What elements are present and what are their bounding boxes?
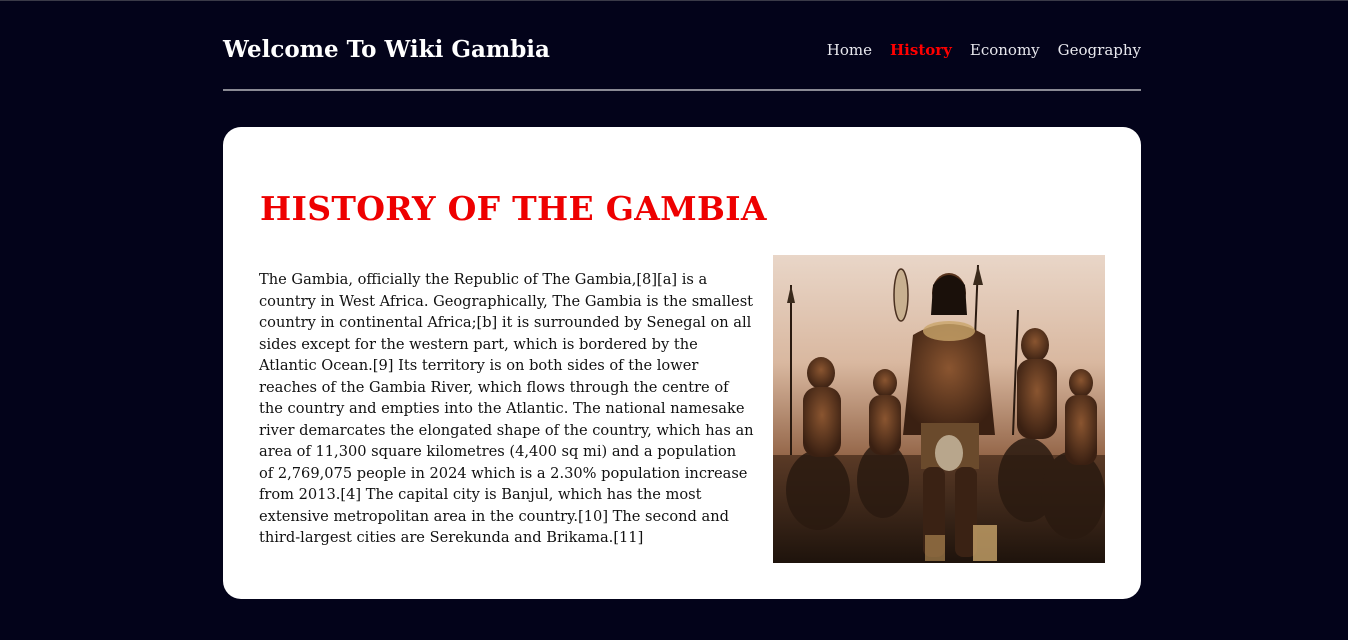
history-paragraph: The Gambia, officially the Republic of T… bbox=[259, 271, 754, 546]
main-nav: Home History Economy Geography bbox=[827, 40, 1141, 60]
nav-link-geography[interactable]: Geography bbox=[1058, 40, 1141, 60]
page-title: HISTORY OF THE GAMBIA bbox=[260, 189, 767, 228]
nav-link-home[interactable]: Home bbox=[827, 40, 872, 60]
nav-link-history[interactable]: History bbox=[890, 40, 952, 60]
page-wrapper: Welcome To Wiki Gambia Home History Econ… bbox=[223, 1, 1141, 599]
warriors-image bbox=[773, 255, 1105, 563]
nav-link-economy[interactable]: Economy bbox=[970, 40, 1040, 60]
content-card: HISTORY OF THE GAMBIA The Gambia, offici… bbox=[223, 127, 1141, 599]
site-title: Welcome To Wiki Gambia bbox=[223, 36, 550, 63]
site-header: Welcome To Wiki Gambia Home History Econ… bbox=[223, 1, 1141, 91]
